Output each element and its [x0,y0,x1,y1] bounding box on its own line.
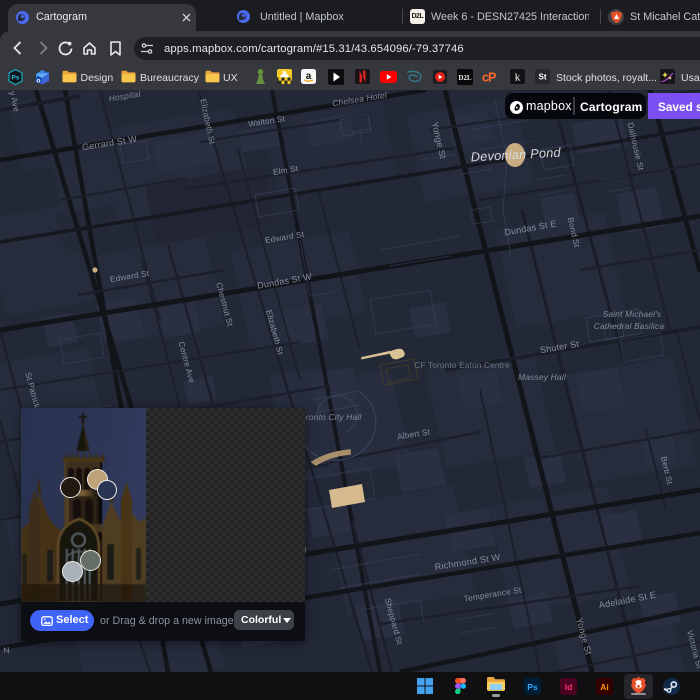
svg-text:Shuter St: Shuter St [539,339,580,356]
svg-text:Victoria St: Victoria St [685,629,700,670]
svg-text:k: k [515,72,521,84]
svg-text:Saint Michael's: Saint Michael's [603,309,662,319]
svg-text:St: St [539,73,547,82]
svg-text:Toronto City Hall: Toronto City Hall [297,412,363,422]
svg-text:o: o [36,77,40,84]
svg-text:Hospital: Hospital [108,90,142,103]
svg-text:Ai: Ai [600,682,609,692]
svg-text:Ps: Ps [12,75,20,82]
svg-text:Ps: Ps [527,682,538,692]
svg-text:D2L: D2L [458,74,472,82]
svg-text:Massey Hall: Massey Hall [518,372,567,382]
svg-text:cP: cP [482,71,496,83]
svg-text:Id: Id [565,682,573,692]
svg-text:Cathedral Basilica: Cathedral Basilica [594,321,665,331]
svg-text:CF Toronto Eaton Centre: CF Toronto Eaton Centre [414,361,510,370]
